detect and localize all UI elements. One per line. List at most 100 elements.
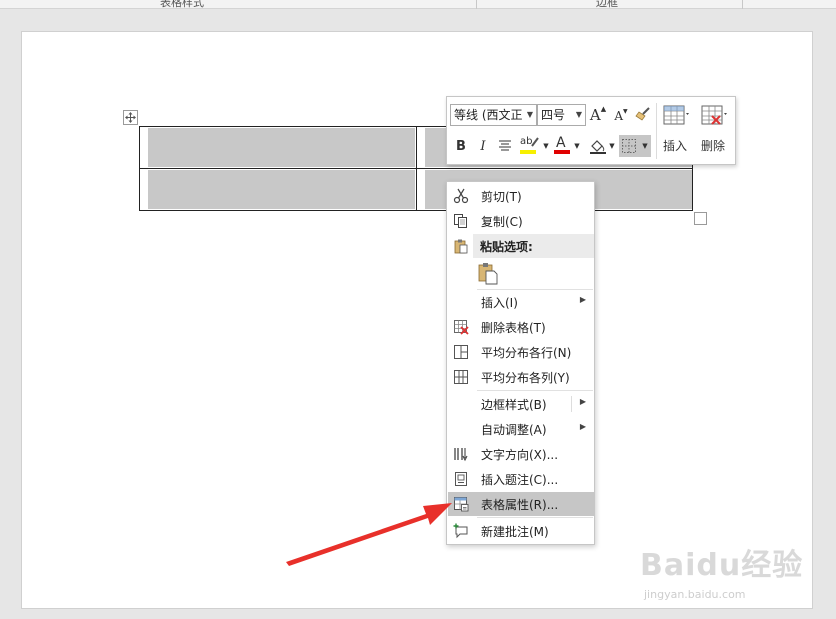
caret-down-icon: ▼ xyxy=(623,107,628,115)
chevron-down-icon: ▼ xyxy=(609,142,615,150)
paste-icon xyxy=(478,263,498,285)
table-properties-icon xyxy=(454,497,469,512)
paste-keep-formatting-button[interactable] xyxy=(477,261,501,285)
font-size-combo[interactable]: 四号 ▼ xyxy=(537,104,586,126)
watermark-url: jingyan.baidu.com xyxy=(644,588,746,601)
italic-icon: I xyxy=(480,138,486,154)
menu-item-distribute-rows[interactable]: 平均分布各行(N) xyxy=(448,340,594,364)
menu-item-label: 新建批注(M) xyxy=(481,525,549,539)
submenu-arrow-icon: ▶ xyxy=(579,295,586,304)
insert-table-icon xyxy=(663,105,689,125)
delete-table-button[interactable]: 删除 xyxy=(695,99,731,161)
bold-button[interactable]: B xyxy=(453,137,469,155)
menu-item-label: 边框样式(B) xyxy=(481,398,547,412)
cell-selection-shade xyxy=(148,128,415,167)
borders-button[interactable]: ▼ xyxy=(619,135,651,157)
context-menu: 剪切(T) 复制(C) 粘贴选项: 插入(I) ▶ 删除表格(T) 平均分布各行… xyxy=(446,181,595,545)
font-color-button[interactable]: A xyxy=(552,135,572,157)
menu-item-label: 插入题注(C)... xyxy=(481,473,559,487)
menu-item-new-comment[interactable]: 新建批注(M) xyxy=(448,519,594,543)
menu-item-insert-caption[interactable]: 插入题注(C)... xyxy=(448,467,594,491)
paint-bucket-icon xyxy=(590,140,606,154)
chevron-down-icon: ▼ xyxy=(526,110,533,119)
table-move-handle[interactable] xyxy=(123,110,138,125)
menu-item-label: 粘贴选项: xyxy=(480,240,533,254)
font-name-value: 等线 (西文正 xyxy=(454,108,523,122)
format-painter-icon xyxy=(635,107,650,121)
menu-item-label: 剪切(T) xyxy=(481,190,522,204)
menu-item-label: 自动调整(A) xyxy=(481,423,547,437)
menu-item-text-direction[interactable]: 文字方向(X)... xyxy=(448,442,594,466)
distribute-rows-icon xyxy=(454,345,468,359)
ribbon-group-table-styles: 表格样式 xyxy=(160,0,204,9)
menu-item-insert[interactable]: 插入(I) ▶ xyxy=(448,290,594,314)
menu-item-autofit[interactable]: 自动调整(A) ▶ xyxy=(448,417,594,441)
table-cell[interactable] xyxy=(140,169,417,210)
chevron-down-icon: ▼ xyxy=(642,142,648,150)
chevron-down-icon: ▼ xyxy=(574,142,580,150)
caption-icon xyxy=(455,472,467,486)
paste-options-header: 粘贴选项: xyxy=(473,234,594,258)
distribute-columns-icon xyxy=(454,370,468,384)
grow-font-icon: A xyxy=(589,106,601,124)
split-divider xyxy=(571,396,572,412)
chevron-down-icon: ▼ xyxy=(575,110,582,119)
format-painter-button[interactable] xyxy=(633,105,653,125)
insert-table-button[interactable]: 插入 xyxy=(657,99,693,161)
watermark-brand: Baidu经验 xyxy=(640,548,804,583)
baidu-watermark: Baidu经验 jingyan.baidu.com xyxy=(640,540,820,610)
shading-dropdown[interactable]: ▼ xyxy=(608,139,616,153)
highlight-button[interactable]: ab xyxy=(518,135,542,157)
submenu-arrow-icon: ▶ xyxy=(579,422,586,431)
clipboard-icon xyxy=(454,239,468,254)
center-align-button[interactable] xyxy=(496,137,514,155)
shading-button[interactable] xyxy=(587,135,609,157)
menu-separator xyxy=(477,390,593,391)
insert-table-label: 插入 xyxy=(662,139,687,153)
grow-font-button[interactable]: A ▲ xyxy=(590,105,606,125)
menu-item-label: 复制(C) xyxy=(481,215,523,229)
menu-item-border-styles[interactable]: 边框样式(B) ▶ xyxy=(448,392,594,416)
highlight-color-swatch xyxy=(520,150,536,154)
delete-table-icon xyxy=(454,320,469,335)
menu-item-distribute-columns[interactable]: 平均分布各列(Y) xyxy=(448,365,594,389)
borders-icon xyxy=(622,139,637,153)
menu-item-label: 平均分布各列(Y) xyxy=(481,371,570,385)
mini-toolbar: 等线 (西文正 ▼ 四号 ▼ A ▲ A ▼ B I ab ▼ A ▼ ▼ ▼ … xyxy=(446,96,736,165)
copy-icon xyxy=(454,214,467,228)
font-color-swatch xyxy=(554,150,570,154)
font-size-value: 四号 xyxy=(541,108,566,122)
menu-item-label: 删除表格(T) xyxy=(481,321,546,335)
ribbon-strip: 表格样式 边框 xyxy=(0,0,836,9)
menu-item-label: 文字方向(X)... xyxy=(481,448,559,462)
highlight-dropdown[interactable]: ▼ xyxy=(542,139,550,153)
paste-options-icon-cell xyxy=(448,234,473,258)
highlighter-icon: ab xyxy=(519,136,541,156)
text-direction-icon xyxy=(454,448,468,462)
chevron-down-icon: ▼ xyxy=(543,142,549,150)
caret-up-icon: ▲ xyxy=(600,105,607,113)
menu-item-label: 表格属性(R)... xyxy=(481,498,559,512)
menu-item-table-properties[interactable]: 表格属性(R)... xyxy=(448,492,594,516)
font-color-dropdown[interactable]: ▼ xyxy=(573,139,581,153)
ribbon-divider xyxy=(742,0,743,9)
menu-item-delete-table[interactable]: 删除表格(T) xyxy=(448,315,594,339)
delete-table-label: 删除 xyxy=(700,139,725,153)
new-comment-icon xyxy=(453,523,468,539)
italic-button[interactable]: I xyxy=(475,137,491,155)
font-name-combo[interactable]: 等线 (西文正 ▼ xyxy=(450,104,537,126)
table-resize-handle[interactable] xyxy=(694,212,707,225)
menu-separator xyxy=(477,517,593,518)
scissors-icon xyxy=(453,188,469,204)
menu-item-cut[interactable]: 剪切(T) xyxy=(448,184,594,208)
shrink-font-icon: A xyxy=(614,109,624,123)
delete-table-icon xyxy=(701,105,727,125)
shrink-font-button[interactable]: A ▼ xyxy=(613,107,629,125)
menu-item-copy[interactable]: 复制(C) xyxy=(448,209,594,233)
bold-icon: B xyxy=(456,138,466,154)
menu-item-label: 平均分布各行(N) xyxy=(481,346,572,360)
move-arrows-icon xyxy=(125,112,136,123)
table-cell[interactable] xyxy=(140,127,417,169)
align-center-icon xyxy=(499,140,511,151)
cell-selection-shade xyxy=(148,170,415,209)
